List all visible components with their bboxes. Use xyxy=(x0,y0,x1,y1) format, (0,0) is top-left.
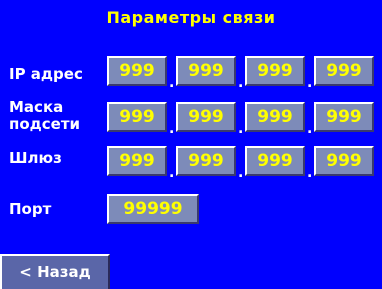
subnet-mask-label-line1: Маска xyxy=(9,98,64,116)
ip-separator-1: . xyxy=(169,75,175,91)
comm-settings-screen: Параметры связи IP адрес 999 . 999 . 999… xyxy=(0,0,382,289)
mask-separator-2: . xyxy=(238,121,244,137)
ip-address-label: IP адрес xyxy=(9,65,83,83)
gateway-octet-3-field[interactable]: 999 xyxy=(245,146,305,176)
mask-separator-1: . xyxy=(169,121,175,137)
port-field[interactable]: 99999 xyxy=(107,194,199,224)
ip-octet-3-field[interactable]: 999 xyxy=(245,56,305,86)
gateway-separator-2: . xyxy=(238,165,244,181)
mask-octet-2-field[interactable]: 999 xyxy=(176,102,236,132)
page-title: Параметры связи xyxy=(106,8,276,27)
ip-separator-3: . xyxy=(307,75,313,91)
ip-separator-2: . xyxy=(238,75,244,91)
ip-octet-2-field[interactable]: 999 xyxy=(176,56,236,86)
gateway-label: Шлюз xyxy=(9,149,62,167)
gateway-octet-4-field[interactable]: 999 xyxy=(314,146,374,176)
back-button[interactable]: < Назад xyxy=(0,254,110,289)
mask-octet-1-field[interactable]: 999 xyxy=(107,102,167,132)
gateway-separator-1: . xyxy=(169,165,175,181)
port-label: Порт xyxy=(9,200,52,218)
mask-octet-3-field[interactable]: 999 xyxy=(245,102,305,132)
ip-octet-4-field[interactable]: 999 xyxy=(314,56,374,86)
gateway-octet-2-field[interactable]: 999 xyxy=(176,146,236,176)
mask-octet-4-field[interactable]: 999 xyxy=(314,102,374,132)
ip-octet-1-field[interactable]: 999 xyxy=(107,56,167,86)
mask-separator-3: . xyxy=(307,121,313,137)
gateway-separator-3: . xyxy=(307,165,313,181)
subnet-mask-label-line2: подсети xyxy=(9,115,81,133)
gateway-octet-1-field[interactable]: 999 xyxy=(107,146,167,176)
